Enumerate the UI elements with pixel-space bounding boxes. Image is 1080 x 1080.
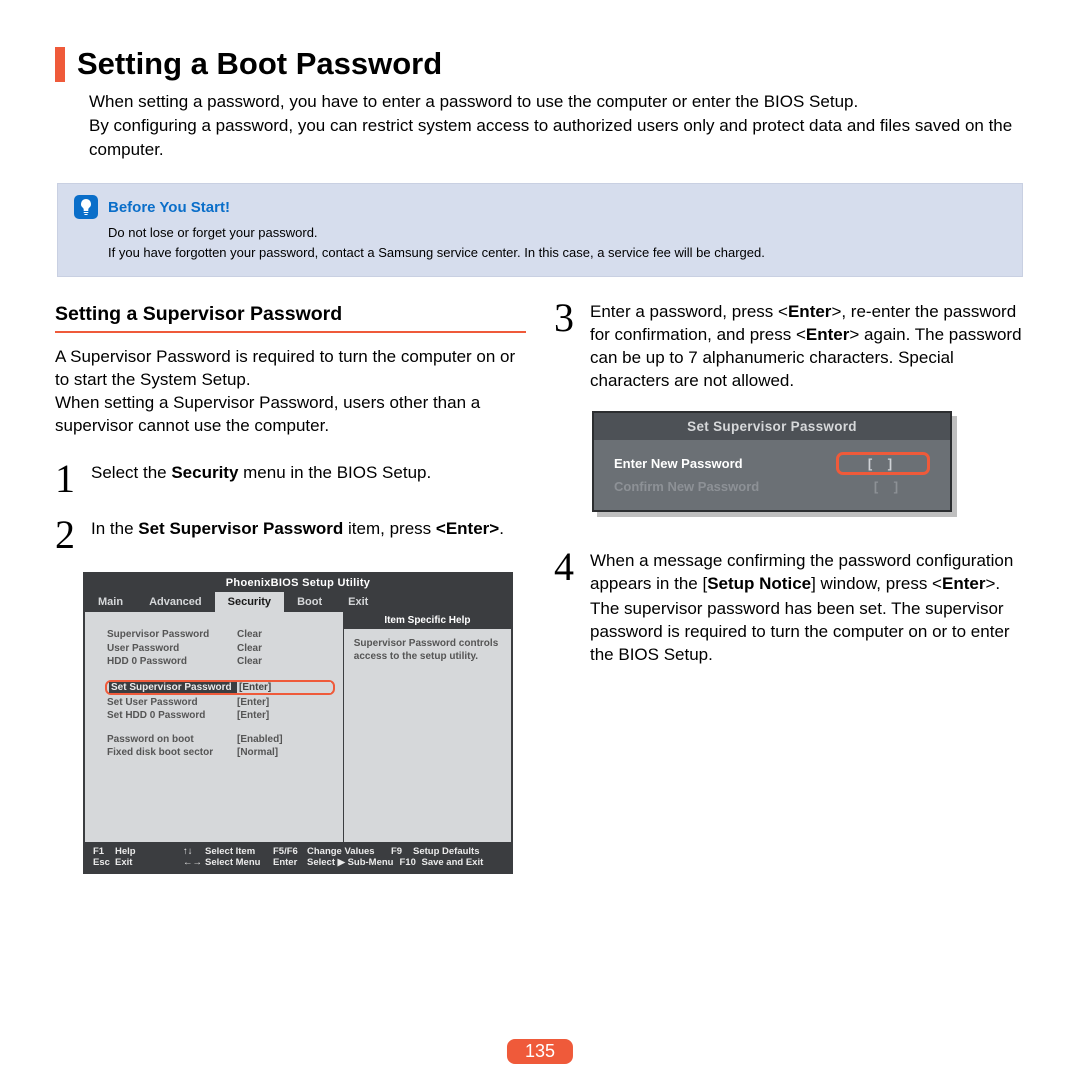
bios-row: Set HDD 0 Password[Enter] [107, 709, 333, 723]
callout-line: Do not lose or forget your password. [108, 223, 1006, 243]
bios-row: Set User Password[Enter] [107, 696, 333, 710]
step-number: 2 [55, 516, 81, 554]
bios-tab-main: Main [85, 592, 136, 612]
bios-help-title: Item Specific Help [344, 612, 511, 629]
password-dialog-title: Set Supervisor Password [594, 413, 950, 440]
section-intro: A Supervisor Password is required to tur… [55, 346, 526, 438]
password-dialog: Set Supervisor Password Enter New Passwo… [592, 411, 952, 512]
before-you-start-callout: Before You Start! Do not lose or forget … [57, 183, 1023, 277]
step-number: 3 [554, 299, 580, 393]
bios-row: Supervisor PasswordClear [107, 628, 333, 642]
intro-text: When setting a password, you have to ent… [89, 90, 1025, 161]
step-3: 3 Enter a password, press <Enter>, re-en… [554, 299, 1025, 393]
callout-title: Before You Start! [108, 199, 230, 216]
bios-screenshot: PhoenixBIOS Setup Utility Main Advanced … [83, 572, 513, 874]
bios-footer: F1Help ↑↓Select Item F5/F6Change Values … [85, 842, 511, 872]
accent-bar [55, 47, 65, 82]
bios-row: Fixed disk boot sector[Normal] [107, 746, 333, 760]
bios-tab-boot: Boot [284, 592, 335, 612]
bios-row: User PasswordClear [107, 642, 333, 656]
bios-tab-exit: Exit [335, 592, 381, 612]
bios-row: HDD 0 PasswordClear [107, 655, 333, 669]
page-number: 135 [507, 1039, 573, 1064]
step-number: 4 [554, 548, 580, 667]
page-title: Setting a Boot Password [77, 46, 442, 82]
bios-tab-security: Security [215, 592, 284, 612]
bios-tab-advanced: Advanced [136, 592, 215, 612]
step-number: 1 [55, 460, 81, 498]
step-4: 4 When a message confirming the password… [554, 548, 1025, 667]
section-heading: Setting a Supervisor Password [55, 303, 526, 333]
bios-title: PhoenixBIOS Setup Utility [85, 574, 511, 592]
lightbulb-icon [74, 195, 98, 219]
step-2: 2 In the Set Supervisor Password item, p… [55, 516, 526, 554]
callout-line: If you have forgotten your password, con… [108, 243, 1006, 263]
password-row-enter: Enter New Password [ ] [614, 450, 930, 477]
bios-help-body: Supervisor Password controls access to t… [344, 629, 511, 671]
step-1: 1 Select the Security menu in the BIOS S… [55, 460, 526, 498]
bios-row: Password on boot[Enabled] [107, 733, 333, 747]
bios-row-highlighted: Set Supervisor Password[Enter] [105, 680, 335, 695]
password-row-confirm: Confirm New Password [ ] [614, 477, 930, 496]
